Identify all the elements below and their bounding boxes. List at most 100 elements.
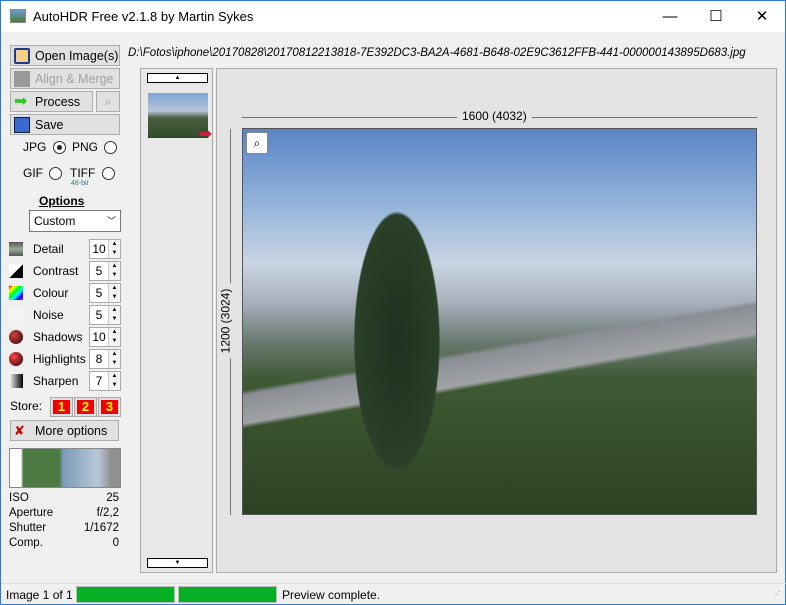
window-title: AutoHDR Free v2.1.8 by Martin Sykes — [33, 9, 254, 24]
status-bar: Image 1 of 1 Preview complete. ⋰ — [1, 583, 786, 605]
format-gif[interactable]: GIF — [23, 166, 63, 181]
save-label: Save — [35, 117, 64, 132]
scroll-up-button[interactable]: ▲ — [147, 73, 208, 83]
title-bar: AutoHDR Free v2.1.8 by Martin Sykes — ☐ … — [1, 1, 785, 32]
exif-value: f/2,2 — [96, 507, 119, 519]
process-button[interactable]: ➡ Process — [10, 91, 93, 112]
jpg-radio[interactable] — [52, 141, 66, 155]
setting-label: Shadows — [33, 330, 83, 344]
chevron-down-icon: ﹀ — [106, 216, 116, 226]
stepper-arrows[interactable]: ▲ ▼ — [108, 372, 120, 390]
app-icon — [10, 9, 26, 23]
gif-radio[interactable] — [49, 167, 63, 181]
stepper-arrows[interactable]: ▲ ▼ — [108, 350, 120, 368]
status-message: Preview complete. — [282, 588, 381, 602]
sharpen-stepper[interactable]: 7 ▲ ▼ — [89, 371, 121, 391]
stepper-arrows[interactable]: ▲ ▼ — [108, 328, 120, 346]
store-1-button[interactable]: 1 — [50, 397, 73, 417]
noise-stepper[interactable]: 5 ▲ ▼ — [89, 305, 121, 325]
resize-grip-icon[interactable]: ⋰ — [773, 590, 781, 599]
eye-icon — [9, 242, 23, 256]
minimize-button[interactable]: — — [647, 1, 693, 32]
thumbnail-image[interactable]: ➡ — [148, 93, 212, 143]
format-tiff[interactable]: TIFF — [70, 166, 115, 181]
more-options-label: More options — [35, 423, 108, 438]
stepper-value[interactable]: 5 — [90, 306, 108, 324]
open-images-button[interactable]: Open Image(s) — [10, 45, 120, 66]
magnifier-icon: ⌕ — [253, 136, 261, 150]
height-label: 1200 (3024) — [218, 283, 233, 359]
arrow-right-icon: ➡ — [14, 92, 28, 110]
highlights-icon — [9, 352, 23, 366]
stepper-value[interactable]: 10 — [90, 240, 108, 258]
exif-key: ISO — [9, 492, 29, 504]
noise-icon — [9, 308, 23, 322]
shadows-icon — [9, 330, 23, 344]
exif-key: Shutter — [9, 522, 47, 534]
stepper-arrows[interactable]: ▲ ▼ — [108, 262, 120, 280]
image-viewer[interactable]: 1600 (4032) 1200 (3024) ⌕ — [216, 68, 777, 573]
preview-zoom-button[interactable]: ⌕ — [96, 91, 120, 112]
align-label: Align & Merge — [35, 71, 114, 86]
options-heading: Options — [39, 194, 85, 208]
preset-value: Custom — [34, 214, 76, 228]
process-label: Process — [35, 94, 81, 109]
close-button[interactable]: ✕ — [739, 1, 785, 32]
colour-stepper[interactable]: 5 ▲ ▼ — [89, 283, 121, 303]
store-label: Store: — [10, 399, 43, 413]
contrast-icon — [9, 264, 23, 278]
stepper-value[interactable]: 10 — [90, 328, 108, 346]
colour-icon — [9, 286, 23, 300]
exif-row: Comp. 0 — [9, 537, 119, 549]
setting-colour: Colour 5 ▲ ▼ — [9, 283, 121, 303]
store-2-button[interactable]: 2 — [74, 397, 97, 417]
contrast-stepper[interactable]: 5 ▲ ▼ — [89, 261, 121, 281]
format-jpg[interactable]: JPG — [23, 140, 66, 155]
exif-row: Aperture f/2,2 — [9, 507, 119, 519]
gif-label: GIF — [23, 166, 43, 180]
stepper-value[interactable]: 5 — [90, 262, 108, 280]
stepper-value[interactable]: 8 — [90, 350, 108, 368]
stepper-arrows[interactable]: ▲ ▼ — [108, 306, 120, 324]
setting-label: Noise — [33, 308, 64, 322]
floppy-icon — [14, 116, 30, 133]
stepper-arrows[interactable]: ▲ ▼ — [108, 240, 120, 258]
align-merge-button[interactable]: Align & Merge — [10, 68, 120, 89]
preset-dropdown[interactable]: Custom ﹀ — [29, 210, 121, 232]
open-label: Open Image(s) — [35, 48, 119, 63]
exif-key: Aperture — [9, 507, 54, 519]
preview-image: ⌕ — [242, 128, 757, 515]
current-arrow-icon: ➡ — [198, 126, 212, 143]
stepper-arrows[interactable]: ▲ ▼ — [108, 284, 120, 302]
jpg-label: JPG — [23, 140, 47, 154]
setting-label: Contrast — [33, 264, 79, 278]
align-icon — [14, 70, 30, 87]
thumbnail-strip[interactable]: ▲ ➡ ▼ — [140, 68, 213, 573]
width-label: 1600 (4032) — [457, 109, 532, 123]
maximize-button[interactable]: ☐ — [693, 1, 739, 32]
scroll-down-button[interactable]: ▼ — [147, 558, 208, 568]
setting-sharpen: Sharpen 7 ▲ ▼ — [9, 371, 121, 391]
more-options-button[interactable]: ✘ More options — [10, 420, 119, 441]
image-count: Image 1 of 1 — [6, 588, 73, 602]
exif-key: Comp. — [9, 537, 43, 549]
save-button[interactable]: Save — [10, 114, 120, 135]
magnifier-icon: ⌕ — [104, 94, 112, 108]
detail-stepper[interactable]: 10 ▲ ▼ — [89, 239, 121, 259]
highlights-stepper[interactable]: 8 ▲ ▼ — [89, 349, 121, 369]
setting-label: Detail — [33, 242, 64, 256]
shadows-stepper[interactable]: 10 ▲ ▼ — [89, 327, 121, 347]
png-label: PNG — [72, 140, 99, 154]
open-icon — [14, 47, 30, 64]
exif-value: 0 — [112, 537, 119, 549]
stepper-value[interactable]: 7 — [90, 372, 108, 390]
format-png[interactable]: PNG — [72, 140, 118, 155]
tiff-radio[interactable] — [101, 167, 115, 181]
stepper-value[interactable]: 5 — [90, 284, 108, 302]
store-3-button[interactable]: 3 — [98, 397, 121, 417]
png-radio[interactable] — [104, 141, 118, 155]
progress-bar-2 — [178, 586, 277, 603]
exif-value: 25 — [106, 492, 119, 504]
tiff-label: TIFF — [70, 166, 96, 180]
zoom-magnifier-button[interactable]: ⌕ — [246, 132, 268, 154]
